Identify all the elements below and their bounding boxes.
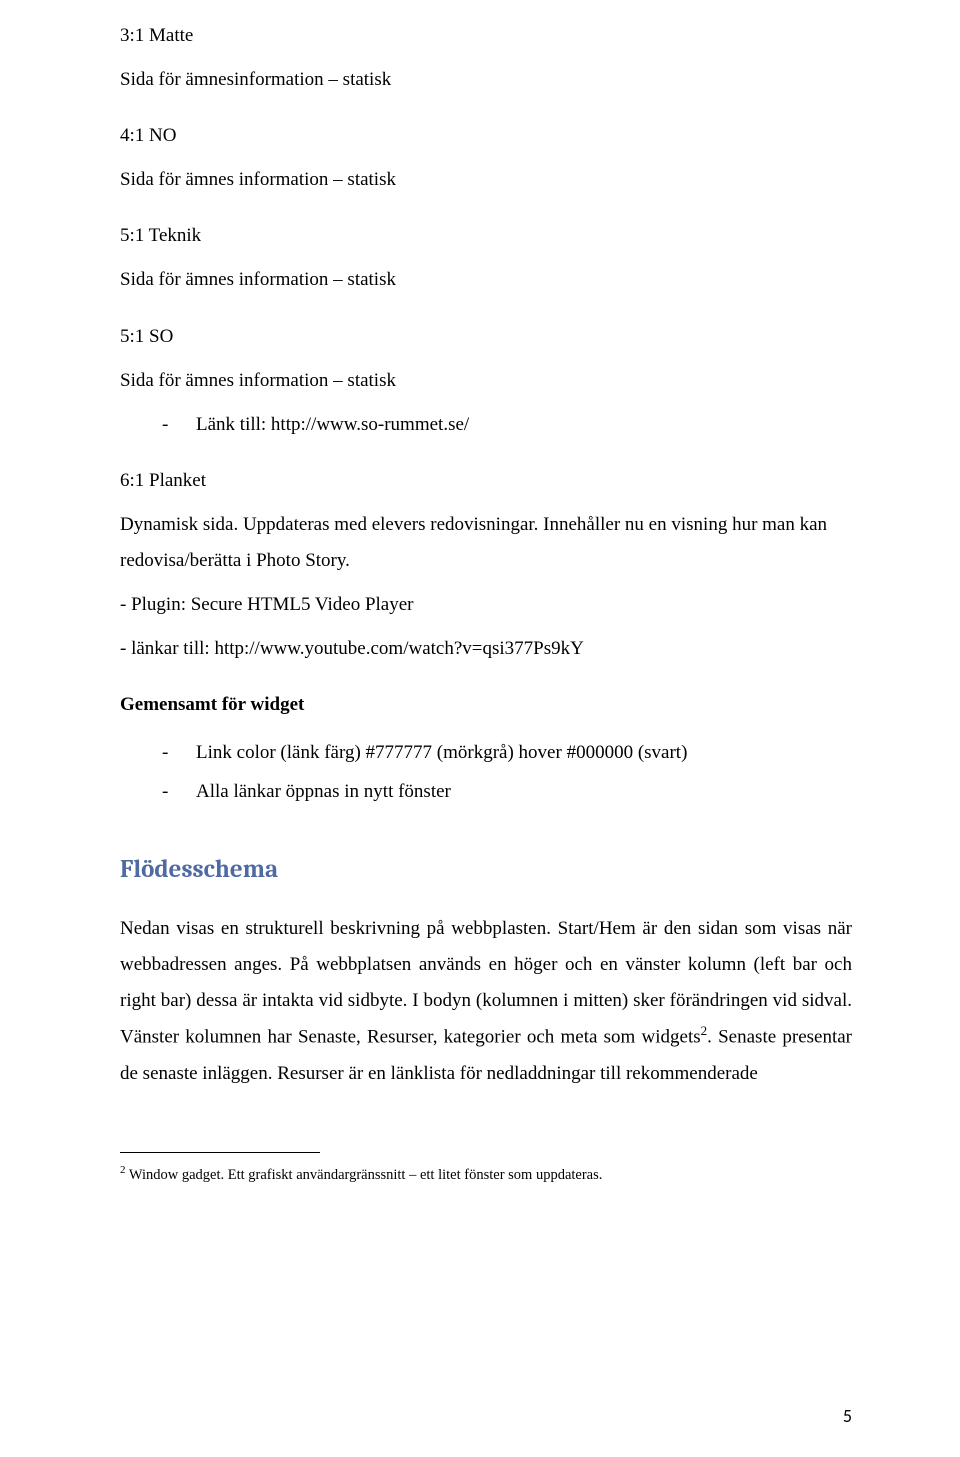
section-widget: Gemensamt för widget Link color (länk fä… bbox=[120, 687, 852, 809]
section-teknik: 5:1 Teknik Sida för ämnes information – … bbox=[120, 218, 852, 298]
planket-desc: Dynamisk sida. Uppdateras med elevers re… bbox=[120, 507, 852, 579]
footnote-separator bbox=[120, 1152, 320, 1153]
heading-so: 5:1 SO bbox=[120, 319, 852, 355]
heading-teknik: 5:1 Teknik bbox=[120, 218, 852, 254]
widget-item: Link color (länk färg) #777777 (mörkgrå)… bbox=[162, 735, 852, 771]
footnote: 2 Window gadget. Ett grafiskt användargr… bbox=[120, 1163, 852, 1185]
heading-planket: 6:1 Planket bbox=[120, 463, 852, 499]
heading-no: 4:1 NO bbox=[120, 118, 852, 154]
planket-link: - länkar till: http://www.youtube.com/wa… bbox=[120, 631, 852, 667]
widget-item: Alla länkar öppnas in nytt fönster bbox=[162, 774, 852, 810]
section-so: 5:1 SO Sida för ämnes information – stat… bbox=[120, 319, 852, 443]
flow-body: Nedan visas en strukturell beskrivning p… bbox=[120, 911, 852, 1092]
section-no: 4:1 NO Sida för ämnes information – stat… bbox=[120, 118, 852, 198]
section-planket: 6:1 Planket Dynamisk sida. Uppdateras me… bbox=[120, 463, 852, 667]
page-number: 5 bbox=[843, 1399, 852, 1433]
heading-matte: 3:1 Matte bbox=[120, 18, 852, 54]
line-matte: Sida för ämnesinformation – statisk bbox=[120, 62, 852, 98]
heading-flodesschema: Flödesschema bbox=[120, 846, 852, 894]
section-matte: 3:1 Matte Sida för ämnesinformation – st… bbox=[120, 18, 852, 98]
so-link-item: Länk till: http://www.so-rummet.se/ bbox=[162, 407, 852, 443]
planket-plugin: - Plugin: Secure HTML5 Video Player bbox=[120, 587, 852, 623]
line-no: Sida för ämnes information – statisk bbox=[120, 162, 852, 198]
line-so: Sida för ämnes information – statisk bbox=[120, 363, 852, 399]
heading-widget: Gemensamt för widget bbox=[120, 687, 852, 723]
line-teknik: Sida för ämnes information – statisk bbox=[120, 262, 852, 298]
footnote-text: Window gadget. Ett grafiskt användargrän… bbox=[126, 1167, 603, 1183]
